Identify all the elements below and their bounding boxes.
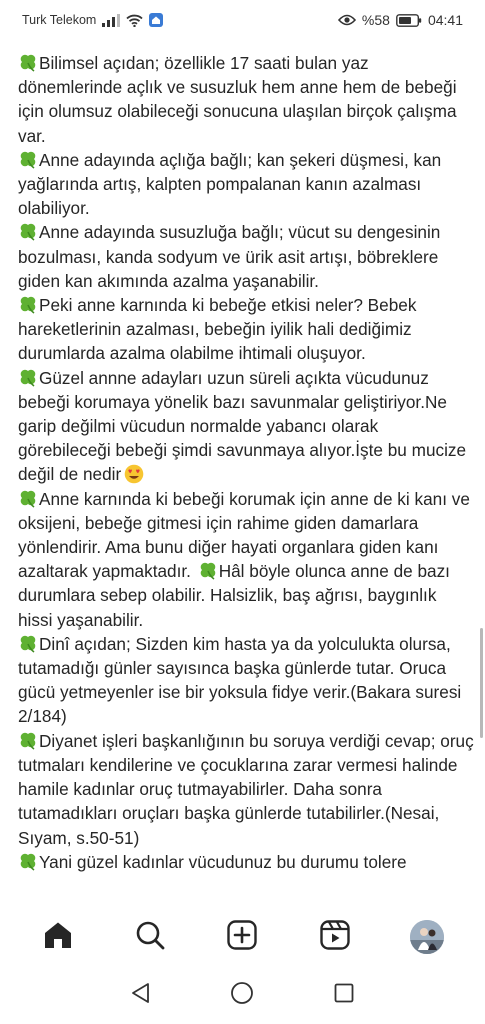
reels-icon	[319, 919, 350, 955]
notification-app-icon	[149, 13, 164, 27]
caption-paragraph: Peki anne karnında ki bebeğe etkisi nele…	[18, 293, 474, 366]
caption-paragraph: Yani güzel kadınlar vücudunuz bu durumu …	[18, 850, 474, 874]
caption-paragraph: Dinî açıdan; Sizden kim hasta ya da yolc…	[18, 632, 474, 729]
system-back-button[interactable]	[117, 971, 165, 1019]
status-left: Turk Telekom	[22, 13, 164, 27]
eye-comfort-icon	[337, 14, 356, 26]
battery-icon	[396, 13, 422, 27]
paragraph-text: Peki anne karnında ki bebeğe etkisi nele…	[18, 295, 417, 364]
carrier-name: Turk Telekom	[22, 13, 97, 27]
four-leaf-clover-icon	[18, 369, 38, 387]
back-icon	[130, 982, 152, 1009]
status-right: %58 04:41	[337, 12, 463, 28]
caption-paragraph: Diyanet işleri başkanlığının bu soruya v…	[18, 729, 474, 850]
new-post-button[interactable]	[218, 913, 266, 961]
paragraph-text: Bilimsel açıdan; özellikle 17 saati bula…	[18, 53, 457, 146]
home-icon	[43, 921, 73, 954]
four-leaf-clover-icon	[18, 223, 38, 242]
new-post-icon	[227, 919, 258, 955]
paragraph-text: Güzel annne adayları uzun süreli açıkta …	[18, 367, 467, 485]
clipped-previous-line	[18, 40, 474, 51]
paragraph-text: Anne adayında açlığa bağlı; kan şekeri d…	[18, 149, 442, 219]
battery-percent: %58	[361, 12, 390, 28]
search-button[interactable]	[126, 913, 174, 961]
bottom-navigation-bar	[0, 908, 485, 966]
four-leaf-clover-icon	[18, 635, 38, 653]
wifi-icon	[126, 14, 143, 27]
caption-text: Bilimsel açıdan; özellikle 17 saati bula…	[18, 40, 474, 874]
four-leaf-clover-icon	[18, 732, 38, 750]
four-leaf-clover-icon	[198, 562, 218, 580]
profile-button[interactable]	[403, 913, 451, 961]
four-leaf-clover-icon	[18, 54, 38, 72]
post-caption-area[interactable]: Bilimsel açıdan; özellikle 17 saati bula…	[0, 40, 485, 908]
caption-paragraph: Anne adayında açlığa bağlı; kan şekeri d…	[18, 148, 474, 221]
reels-button[interactable]	[311, 913, 359, 961]
paragraph-text: Dinî açıdan; Sizden kim hasta ya da yolc…	[18, 633, 462, 727]
caption-paragraph: Anne adayında susuzluğa bağlı; vücut su …	[18, 220, 474, 293]
four-leaf-clover-icon	[18, 296, 38, 314]
paragraph-text: Diyanet işleri başkanlığının bu soruya v…	[18, 730, 474, 848]
recents-icon	[334, 983, 354, 1008]
caption-paragraph: Anne karnında ki bebeği korumak için ann…	[18, 487, 474, 632]
system-home-button[interactable]	[218, 971, 266, 1019]
caption-paragraph: Bilimsel açıdan; özellikle 17 saati bula…	[18, 51, 474, 148]
caption-paragraph: Güzel annne adayları uzun süreli açıkta …	[18, 366, 474, 487]
search-icon	[135, 920, 165, 955]
scroll-indicator[interactable]	[480, 628, 483, 738]
paragraph-text: Yani güzel kadınlar vücudunuz bu durumu …	[39, 851, 407, 872]
clock-time: 04:41	[427, 12, 463, 28]
signal-icon	[102, 13, 121, 27]
home-circle-icon	[230, 981, 254, 1010]
four-leaf-clover-icon	[18, 853, 38, 871]
system-navigation-bar	[0, 966, 485, 1024]
four-leaf-clover-icon	[18, 151, 38, 169]
home-button[interactable]	[34, 913, 82, 961]
profile-avatar	[409, 920, 444, 954]
system-recents-button[interactable]	[320, 971, 368, 1019]
heart-eyes-emoji-icon	[124, 464, 144, 484]
four-leaf-clover-icon	[18, 490, 38, 508]
paragraph-text: Anne adayında susuzluğa bağlı; vücut su …	[18, 222, 441, 291]
status-bar: Turk Telekom %58 04:41	[0, 0, 485, 40]
